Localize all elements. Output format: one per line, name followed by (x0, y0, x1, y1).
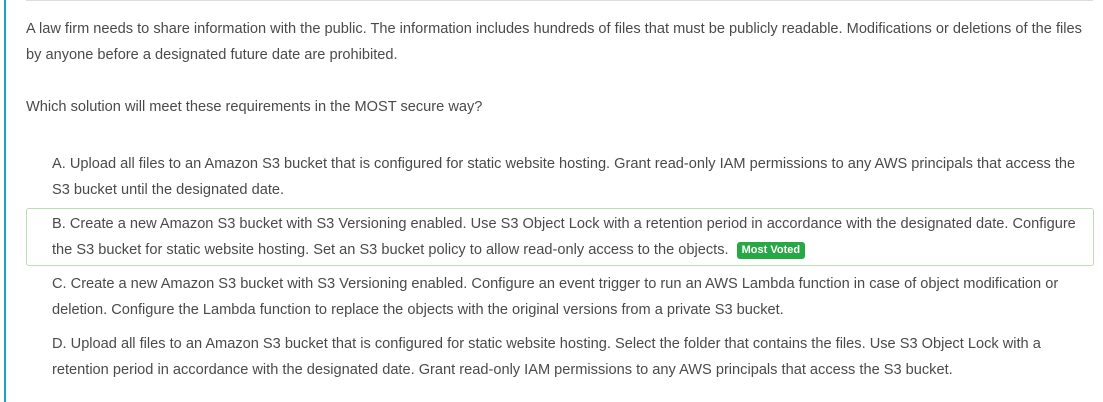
choice-d-text: D. Upload all files to an Amazon S3 buck… (52, 336, 1041, 378)
choice-c-text: C. Create a new Amazon S3 bucket with S3… (52, 276, 1059, 318)
choice-d[interactable]: D. Upload all files to an Amazon S3 buck… (26, 328, 1094, 386)
answer-choices: A. Upload all files to an Amazon S3 buck… (26, 148, 1094, 388)
choice-a[interactable]: A. Upload all files to an Amazon S3 buck… (26, 148, 1094, 206)
choice-b[interactable]: B. Create a new Amazon S3 bucket with S3… (26, 208, 1094, 266)
left-accent-rule (4, 0, 6, 402)
choice-a-text: A. Upload all files to an Amazon S3 buck… (52, 156, 1076, 198)
most-voted-badge: Most Voted (736, 242, 806, 259)
top-divider (26, 0, 1093, 1)
choice-c[interactable]: C. Create a new Amazon S3 bucket with S3… (26, 268, 1094, 326)
question-text: A law firm needs to share information wi… (26, 21, 1082, 63)
choice-b-text: B. Create a new Amazon S3 bucket with S3… (52, 216, 1076, 258)
question-prompt: Which solution will meet these requireme… (26, 99, 483, 115)
